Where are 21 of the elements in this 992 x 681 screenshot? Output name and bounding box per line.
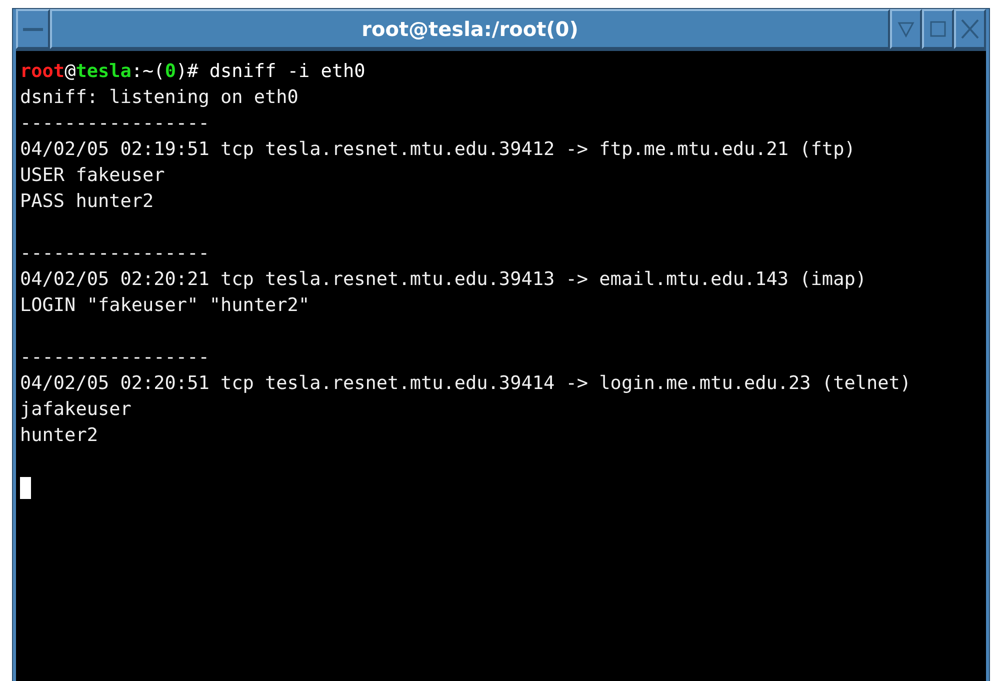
square-icon bbox=[929, 19, 947, 39]
window-menu-button[interactable] bbox=[16, 9, 50, 49]
output-line: dsniff: listening on eth0 bbox=[20, 86, 300, 110]
maximize-button[interactable] bbox=[922, 9, 954, 49]
output-line: LOGIN "fakeuser" "hunter2" bbox=[20, 294, 311, 318]
output-line: PASS hunter2 bbox=[20, 190, 155, 214]
output-line: 04/02/05 02:20:21 tcp tesla.resnet.mtu.edu.39413 -> email.mtu.edu.143 (imap) bbox=[20, 268, 868, 292]
window-title: root@tesla:/root(0) bbox=[50, 9, 890, 49]
output-line: 04/02/05 02:20:51 tcp tesla.resnet.mtu.edu.39414 -> login.me.mtu.edu.23 (telnet) bbox=[20, 372, 912, 396]
text-cursor bbox=[20, 476, 31, 499]
minimize-button[interactable] bbox=[890, 9, 922, 49]
close-icon bbox=[960, 18, 980, 40]
output-line: ----------------- bbox=[20, 242, 210, 266]
output-line: USER fakeuser bbox=[20, 164, 166, 188]
output-line: ----------------- bbox=[20, 346, 210, 370]
output-line: hunter2 bbox=[20, 424, 99, 448]
output-line: ----------------- bbox=[20, 112, 210, 136]
output-line: 04/02/05 02:19:51 tcp tesla.resnet.mtu.edu.39412 -> ftp.me.mtu.edu.21 (ftp) bbox=[20, 138, 856, 162]
close-button[interactable] bbox=[954, 9, 986, 49]
prompt-line: root@tesla:~(0)# dsniff -i eth0 bbox=[20, 60, 366, 84]
output-line: jafakeuser bbox=[20, 398, 132, 422]
